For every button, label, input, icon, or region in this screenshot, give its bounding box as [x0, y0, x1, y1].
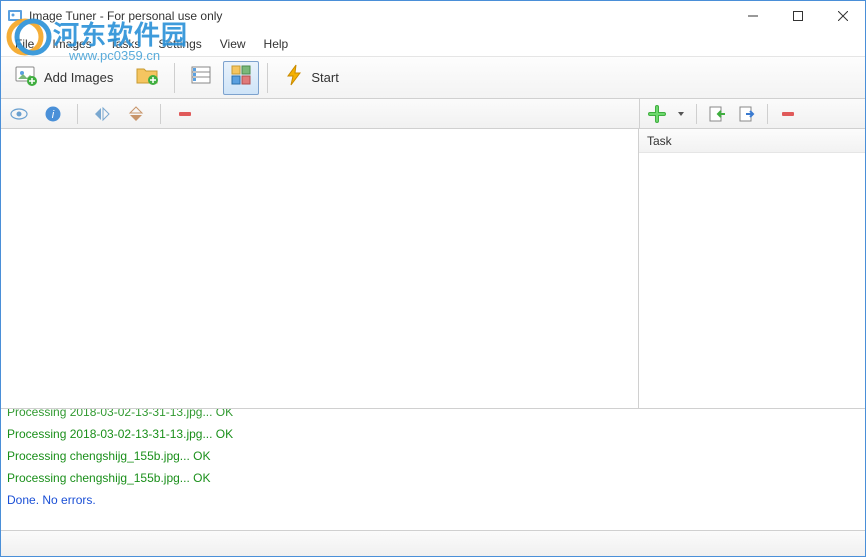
- toolbar-sub-right: [639, 99, 865, 128]
- thumb-view-icon: [230, 64, 252, 91]
- menubar: File Images Tasks Settings View Help: [1, 31, 865, 57]
- task-list[interactable]: [639, 153, 865, 408]
- log-line: Processing 2018-03-02-13-31-13.jpg... OK: [7, 408, 859, 423]
- lightning-icon: [283, 63, 305, 92]
- add-images-label: Add Images: [44, 70, 113, 85]
- menu-view[interactable]: View: [212, 34, 254, 54]
- task-pane: Task: [639, 129, 865, 408]
- log-done-line: Done. No errors.: [7, 489, 859, 511]
- flip-vertical-icon: [127, 105, 145, 123]
- remove-image-button[interactable]: [175, 104, 195, 124]
- toolbar-separator: [267, 63, 268, 93]
- log-line: Processing 2018-03-02-13-31-13.jpg... OK: [7, 423, 859, 445]
- menu-settings[interactable]: Settings: [150, 34, 209, 54]
- add-task-icon: [648, 105, 666, 123]
- export-task-button[interactable]: [737, 104, 757, 124]
- preview-button[interactable]: [9, 104, 29, 124]
- window-controls: [730, 1, 865, 31]
- start-label: Start: [311, 70, 338, 85]
- titlebar: Image Tuner - For personal use only: [1, 1, 865, 31]
- log-pane[interactable]: Processing 2018-03-02-13-31-13.jpg... OK…: [1, 408, 865, 530]
- import-task-button[interactable]: [707, 104, 727, 124]
- toolbar-separator: [174, 63, 175, 93]
- add-task-dropdown[interactable]: [676, 110, 686, 118]
- import-icon: [708, 105, 726, 123]
- toolbar-sub-left: i: [1, 104, 639, 124]
- add-images-button[interactable]: Add Images: [7, 61, 124, 95]
- add-images-icon: [14, 63, 38, 92]
- menu-file[interactable]: File: [7, 34, 42, 54]
- remove-icon: [176, 105, 194, 123]
- menu-help[interactable]: Help: [256, 34, 297, 54]
- sub-separator: [767, 104, 768, 124]
- thumbnail-view-button[interactable]: [223, 61, 259, 95]
- toolbar-sub: i: [1, 99, 865, 129]
- minimize-button[interactable]: [730, 1, 775, 31]
- task-pane-header[interactable]: Task: [639, 129, 865, 153]
- close-button[interactable]: [820, 1, 865, 31]
- sub-separator: [696, 104, 697, 124]
- image-list-pane[interactable]: [1, 129, 639, 408]
- remove-task-icon: [779, 105, 797, 123]
- remove-task-button[interactable]: [778, 104, 798, 124]
- log-line: Processing chengshijg_155b.jpg... OK: [7, 445, 859, 467]
- menu-images[interactable]: Images: [44, 34, 99, 54]
- rotate-left-button[interactable]: [92, 104, 112, 124]
- add-folder-icon: [135, 63, 159, 92]
- window-title: Image Tuner - For personal use only: [29, 9, 730, 23]
- export-icon: [738, 105, 756, 123]
- toolbar-main: Add Images Start: [1, 57, 865, 99]
- sub-separator: [160, 104, 161, 124]
- app-icon: [7, 8, 23, 24]
- list-view-icon: [190, 64, 212, 91]
- log-line: Processing chengshijg_155b.jpg... OK: [7, 467, 859, 489]
- sub-separator: [77, 104, 78, 124]
- eye-icon: [10, 105, 28, 123]
- rotate-right-button[interactable]: [126, 104, 146, 124]
- info-icon: i: [44, 105, 62, 123]
- add-task-button[interactable]: [648, 104, 666, 124]
- content-area: Task: [1, 129, 865, 408]
- menu-tasks[interactable]: Tasks: [102, 34, 149, 54]
- flip-horizontal-icon: [93, 105, 111, 123]
- app-window: 河东软件园 www.pc0359.cn Image Tuner - For pe…: [0, 0, 866, 557]
- statusbar: [1, 530, 865, 556]
- add-folder-button[interactable]: [128, 61, 166, 95]
- info-button[interactable]: i: [43, 104, 63, 124]
- start-button[interactable]: Start: [276, 61, 349, 95]
- dropdown-icon: [677, 110, 685, 118]
- list-view-button[interactable]: [183, 61, 219, 95]
- maximize-button[interactable]: [775, 1, 820, 31]
